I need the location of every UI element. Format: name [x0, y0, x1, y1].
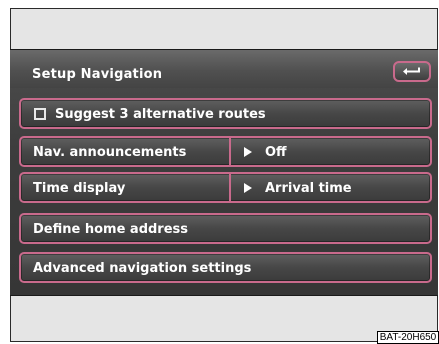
define-home-address-option[interactable]: Define home address: [19, 213, 432, 244]
screen-header: Setup Navigation: [10, 50, 438, 88]
page-title: Setup Navigation: [32, 67, 163, 82]
advanced-navigation-settings-option[interactable]: Advanced navigation settings: [19, 252, 432, 283]
suggest-alternative-routes-option[interactable]: Suggest 3 alternative routes: [19, 98, 432, 129]
suggest-routes-checkbox[interactable]: [34, 108, 46, 120]
play-arrow-icon: [244, 183, 252, 193]
row-divider: [229, 174, 231, 201]
nav-announcements-option[interactable]: Nav. announcements Off: [19, 136, 432, 167]
figure-reference-tag: BAT-20H650: [377, 331, 439, 344]
return-arrow-icon: [403, 67, 420, 75]
row-divider: [229, 138, 231, 165]
suggest-routes-label: Suggest 3 alternative routes: [55, 107, 266, 122]
nav-announcements-label: Nav. announcements: [33, 145, 187, 160]
define-home-address-label: Define home address: [33, 222, 189, 237]
navigation-setup-screen: Setup Navigation Suggest 3 alternative r…: [10, 49, 438, 296]
advanced-navigation-settings-label: Advanced navigation settings: [33, 261, 252, 276]
back-button[interactable]: [393, 61, 431, 82]
time-display-label: Time display: [33, 181, 126, 196]
nav-announcements-value: Off: [265, 145, 287, 160]
play-arrow-icon: [244, 147, 252, 157]
time-display-option[interactable]: Time display Arrival time: [19, 172, 432, 203]
time-display-value: Arrival time: [265, 181, 352, 196]
